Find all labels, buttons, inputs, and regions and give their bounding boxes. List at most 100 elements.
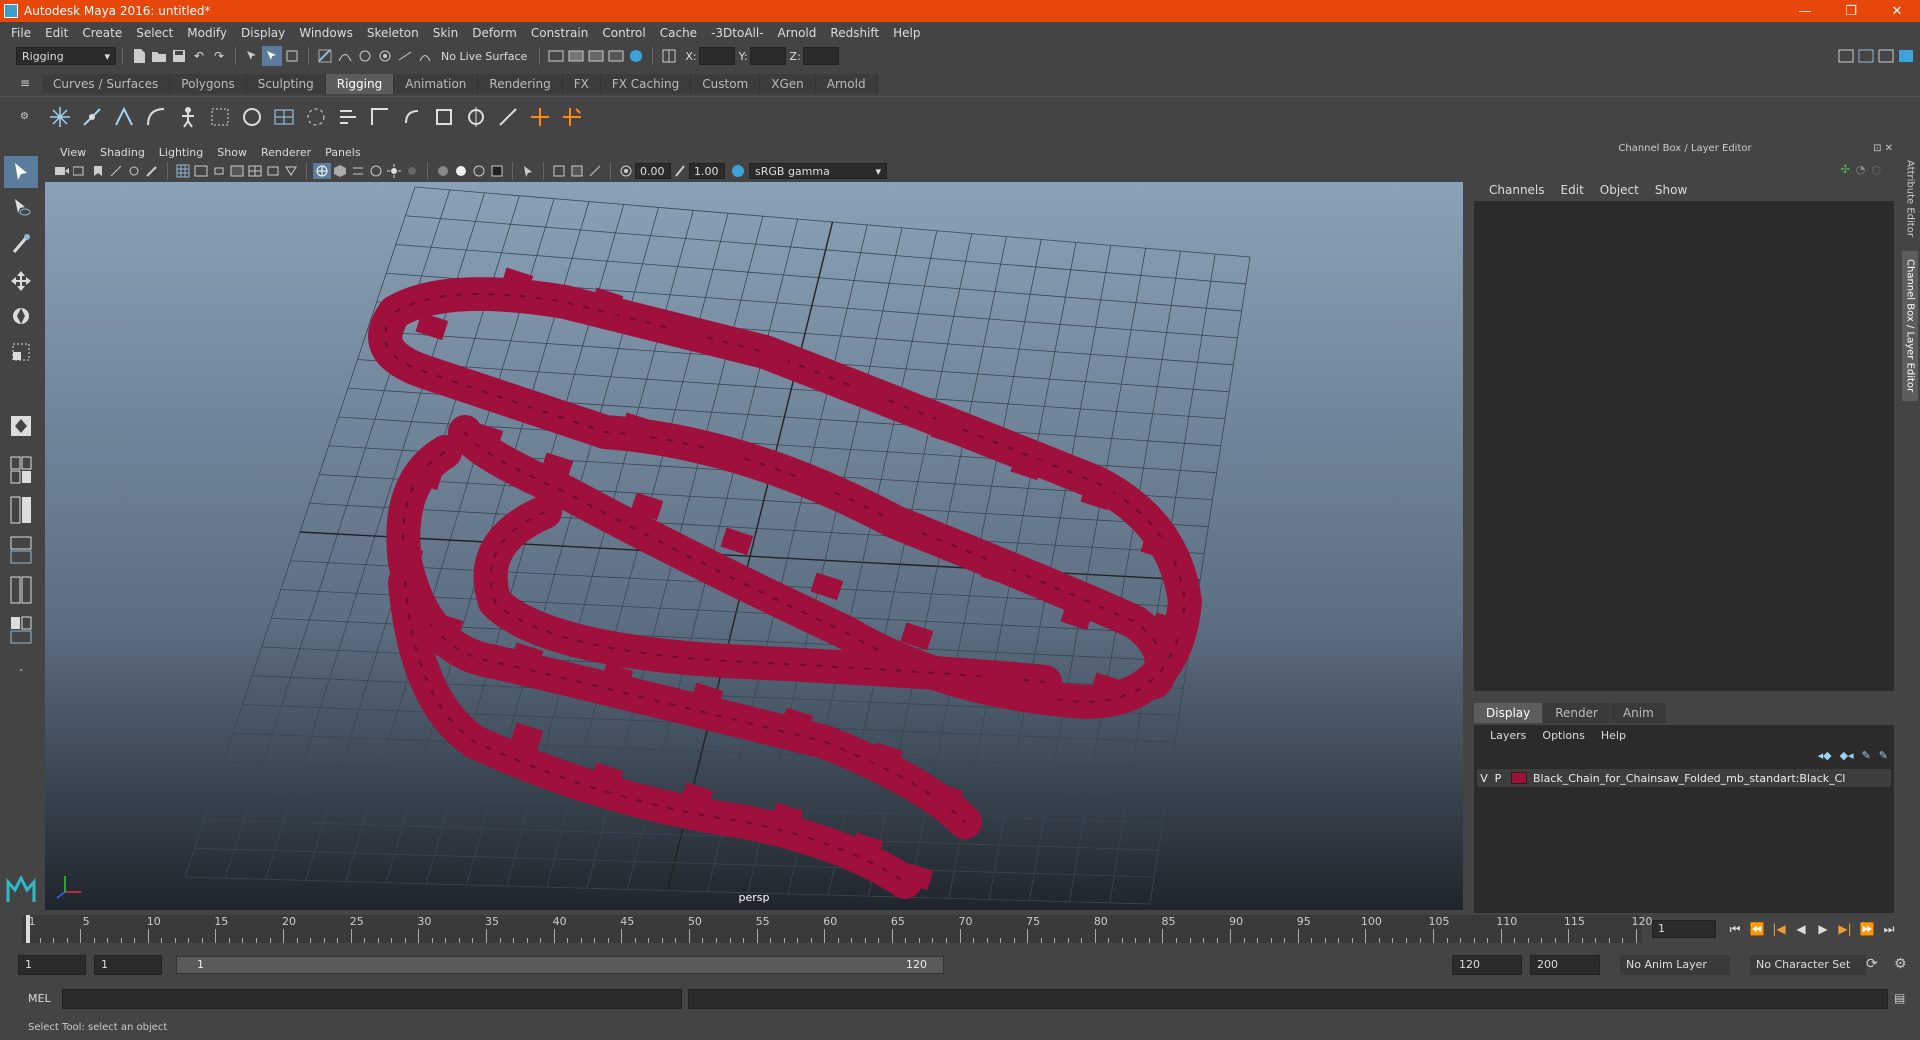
- playback-end-field[interactable]: 120: [1452, 955, 1522, 975]
- hypershade-icon[interactable]: [626, 46, 646, 66]
- script-editor-icon[interactable]: ▤: [1894, 991, 1905, 1005]
- step-back-frame-icon[interactable]: |◀: [1768, 919, 1790, 939]
- snap-curve-icon[interactable]: [335, 46, 355, 66]
- pole-vector-icon[interactable]: [492, 101, 524, 133]
- perspective-viewport[interactable]: persp: [45, 182, 1463, 910]
- menu-select[interactable]: Select: [129, 26, 180, 40]
- tab-render[interactable]: Render: [1543, 703, 1610, 723]
- y-field[interactable]: [749, 47, 786, 65]
- two-view-layout-icon[interactable]: [4, 494, 38, 526]
- isolate-select-icon[interactable]: [519, 163, 537, 179]
- parent-constraint-icon[interactable]: [332, 101, 364, 133]
- z-field[interactable]: [802, 47, 839, 65]
- gamma-icon[interactable]: [671, 163, 689, 179]
- new-layer-selected-icon[interactable]: ✎: [1879, 749, 1888, 762]
- select-camera-icon[interactable]: [53, 163, 71, 179]
- preferences-icon[interactable]: ⚙: [1894, 956, 1907, 972]
- anti-aliasing-icon[interactable]: [470, 163, 488, 179]
- side-tab-channel-box[interactable]: Channel Box / Layer Editor: [1902, 251, 1918, 401]
- viewport-menu-shading[interactable]: Shading: [93, 146, 152, 159]
- select-hierarchy-icon[interactable]: [242, 46, 262, 66]
- menu-arnold[interactable]: Arnold: [771, 26, 824, 40]
- select-tool-icon[interactable]: [4, 156, 38, 188]
- gate-mask-icon[interactable]: [228, 163, 246, 179]
- play-backward-icon[interactable]: ◀: [1790, 919, 1812, 939]
- move-tool-icon[interactable]: [4, 264, 38, 296]
- panel-close-icon[interactable]: ⊡ ✕: [1873, 143, 1893, 154]
- xray-joints-icon[interactable]: [586, 163, 604, 179]
- textured-icon[interactable]: [367, 163, 385, 179]
- tab-display[interactable]: Display: [1474, 703, 1543, 723]
- gamma-field[interactable]: 1.00: [689, 163, 725, 179]
- side-tab-attribute-editor[interactable]: Attribute Editor: [1902, 153, 1918, 243]
- depth-of-field-icon[interactable]: [488, 163, 506, 179]
- viewport-menu-lighting[interactable]: Lighting: [152, 146, 210, 159]
- command-input[interactable]: [62, 989, 682, 1009]
- scale-constraint-icon[interactable]: [428, 101, 460, 133]
- render-settings-icon[interactable]: [606, 46, 626, 66]
- layer-color-swatch[interactable]: [1511, 772, 1527, 784]
- manipulator-icon[interactable]: ✣: [1841, 163, 1850, 176]
- locator-icon[interactable]: [524, 101, 556, 133]
- layer-playback-toggle[interactable]: P: [1491, 772, 1505, 785]
- menu-modify[interactable]: Modify: [180, 26, 234, 40]
- menu-skeleton[interactable]: Skeleton: [360, 26, 426, 40]
- channel-box-menu-object[interactable]: Object: [1592, 183, 1647, 197]
- safe-action-icon[interactable]: [264, 163, 282, 179]
- orient-constraint-icon[interactable]: [396, 101, 428, 133]
- channel-box-menu-show[interactable]: Show: [1647, 183, 1695, 197]
- shelf-tab-curves-surfaces[interactable]: Curves / Surfaces: [42, 74, 171, 94]
- move-layer-down-icon[interactable]: ◆◂: [1840, 749, 1854, 762]
- menu-skin[interactable]: Skin: [426, 26, 466, 40]
- point-constraint-icon[interactable]: [364, 101, 396, 133]
- menu-cache[interactable]: Cache: [653, 26, 704, 40]
- shelf-tab-arnold[interactable]: Arnold: [815, 74, 878, 94]
- ipr-render-icon[interactable]: [586, 46, 606, 66]
- redo-icon[interactable]: ↷: [209, 46, 229, 66]
- menu-windows[interactable]: Windows: [292, 26, 360, 40]
- menu-edit[interactable]: Edit: [38, 26, 75, 40]
- menu-redshift[interactable]: Redshift: [823, 26, 886, 40]
- character-set-dropdown[interactable]: No Character Set: [1750, 955, 1866, 975]
- wireframe-on-shaded-icon[interactable]: [349, 163, 367, 179]
- grease-pencil-icon[interactable]: [143, 163, 161, 179]
- image-plane-icon[interactable]: [107, 163, 125, 179]
- locator-plus-icon[interactable]: [556, 101, 588, 133]
- quick-rig-icon[interactable]: [172, 101, 204, 133]
- shelf-settings-icon[interactable]: ⚙: [20, 111, 29, 122]
- wireframe-icon[interactable]: [313, 163, 331, 179]
- tab-anim[interactable]: Anim: [1610, 703, 1666, 723]
- menu-file[interactable]: File: [4, 26, 38, 40]
- new-scene-icon[interactable]: [129, 46, 149, 66]
- command-language-label[interactable]: MEL: [28, 992, 51, 1005]
- animation-end-field[interactable]: 200: [1530, 955, 1600, 975]
- ik-spline-icon[interactable]: [140, 101, 172, 133]
- go-to-start-icon[interactable]: ⏮: [1724, 919, 1746, 939]
- smooth-shade-icon[interactable]: [331, 163, 349, 179]
- camera-attributes-icon[interactable]: [71, 163, 89, 179]
- shelf-tab-sculpting[interactable]: Sculpting: [246, 74, 326, 94]
- cluster-icon[interactable]: [300, 101, 332, 133]
- rotate-tool-icon[interactable]: [4, 300, 38, 332]
- create-joints-icon[interactable]: [44, 101, 76, 133]
- layer-menu-layers[interactable]: Layers: [1482, 729, 1534, 742]
- viewport-menu-show[interactable]: Show: [210, 146, 254, 159]
- shelf-tab-polygons[interactable]: Polygons: [170, 74, 247, 94]
- channel-box-area[interactable]: [1474, 201, 1894, 691]
- select-component-icon[interactable]: [282, 46, 302, 66]
- menuset-dropdown[interactable]: Rigging ▾: [16, 47, 116, 65]
- four-view-layout-icon[interactable]: [4, 454, 38, 486]
- paint-skin-weights-icon[interactable]: [236, 101, 268, 133]
- animation-start-field[interactable]: 1: [18, 955, 86, 975]
- step-back-key-icon[interactable]: ⏪: [1746, 919, 1768, 939]
- xray-active-icon[interactable]: [568, 163, 586, 179]
- shelf-tab-fx[interactable]: FX: [562, 74, 601, 94]
- hyperbolic-icon[interactable]: ◌: [1871, 163, 1881, 176]
- film-gate-icon[interactable]: [192, 163, 210, 179]
- ik-handle-icon[interactable]: [108, 101, 140, 133]
- menu-3dtoall[interactable]: -3DtoAll-: [704, 26, 770, 40]
- render-current-icon[interactable]: [566, 46, 586, 66]
- persp-outliner-layout-icon[interactable]: [4, 534, 38, 566]
- minimize-button[interactable]: —: [1782, 0, 1828, 22]
- channel-box-toggle-icon[interactable]: [1856, 46, 1876, 66]
